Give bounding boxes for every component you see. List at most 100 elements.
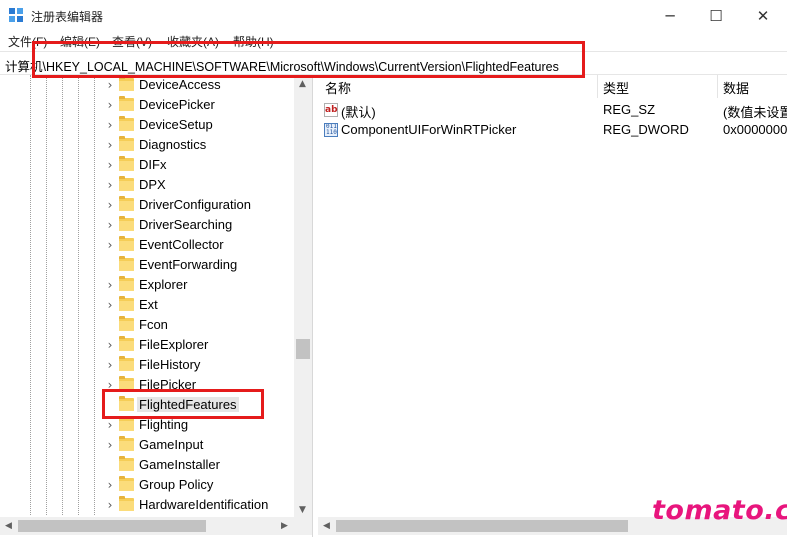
folder-icon (119, 236, 134, 251)
folder-icon (119, 216, 134, 231)
tree-item-label: DriverConfiguration (139, 197, 251, 212)
tree-item[interactable]: › GameInput (0, 435, 294, 455)
tree-item[interactable]: › Group Policy (0, 475, 294, 495)
expand-chevron-icon[interactable]: › (104, 478, 116, 492)
tree-item[interactable]: › DeviceAccess (0, 75, 294, 95)
expand-chevron-icon[interactable]: › (104, 118, 116, 132)
expand-chevron-icon[interactable]: › (104, 138, 116, 152)
expand-chevron-icon[interactable]: › (104, 158, 116, 172)
tree-item[interactable]: › DIFx (0, 155, 294, 175)
tree-horizontal-scrollbar[interactable]: ◀ ▶ (0, 517, 312, 535)
menu-edit[interactable]: 编辑(E) (60, 33, 100, 50)
value-row-default[interactable]: ab (默认) REG_SZ (数值未设置) (318, 100, 787, 120)
tree-item[interactable]: › Flighting (0, 415, 294, 435)
folder-icon (119, 196, 134, 211)
tree-item[interactable]: › FileExplorer (0, 335, 294, 355)
tree-item-label: EventForwarding (139, 257, 238, 272)
folder-icon (119, 356, 134, 371)
scroll-right-arrow[interactable]: ▶ (281, 521, 288, 531)
expand-chevron-icon[interactable]: › (104, 178, 116, 192)
tree-item[interactable]: › HardwareIdentification (0, 495, 294, 515)
maximize-button[interactable]: ☐ (693, 0, 739, 31)
tree-item[interactable]: › Diagnostics (0, 135, 294, 155)
expand-chevron-icon[interactable]: › (104, 78, 116, 92)
menu-favorites[interactable]: 收藏夹(A) (167, 33, 219, 50)
tree-item-label: DIFx (139, 157, 167, 172)
tree-item[interactable]: › Explorer (0, 275, 294, 295)
tree-item[interactable]: › FileHistory (0, 355, 294, 375)
tree-item[interactable]: › FilePicker (0, 375, 294, 395)
scroll-left-arrow[interactable]: ◀ (5, 521, 12, 531)
tree-scroll-thumb[interactable] (296, 339, 310, 359)
title-bar: 注册表编辑器 ─ ☐ ✕ (0, 0, 787, 31)
address-bar[interactable]: 计算机\HKEY_LOCAL_MACHINE\SOFTWARE\Microsof… (0, 51, 787, 75)
scroll-down-arrow[interactable]: ▼ (299, 505, 306, 515)
scroll-up-arrow[interactable]: ▲ (299, 79, 306, 89)
menu-help[interactable]: 帮助(H) (233, 33, 274, 50)
tree-item-label: FileExplorer (139, 337, 209, 352)
expand-chevron-icon[interactable]: › (104, 338, 116, 352)
tree-item[interactable]: FlightedFeatures (0, 395, 294, 415)
folder-icon (119, 256, 134, 271)
folder-icon (119, 96, 134, 111)
column-divider[interactable] (597, 75, 598, 98)
minimize-button[interactable]: ─ (647, 0, 693, 31)
tree-item[interactable]: › Ext (0, 295, 294, 315)
column-header-name[interactable]: 名称 (325, 78, 351, 97)
expand-chevron-icon[interactable]: › (104, 198, 116, 212)
tree-item[interactable]: › DriverConfiguration (0, 195, 294, 215)
expand-chevron-icon[interactable]: › (104, 378, 116, 392)
tree-item-label: FilePicker (139, 377, 197, 392)
folder-icon (119, 416, 134, 431)
close-button[interactable]: ✕ (740, 0, 786, 31)
tree-item-label: Flighting (139, 417, 189, 432)
tree-item[interactable]: › EventCollector (0, 235, 294, 255)
expand-chevron-icon[interactable]: › (104, 498, 116, 512)
tree-item[interactable]: › DeviceSetup (0, 115, 294, 135)
expand-chevron-icon[interactable]: › (104, 438, 116, 452)
folder-icon (119, 376, 134, 391)
folder-icon (119, 316, 134, 331)
scroll-left-arrow[interactable]: ◀ (323, 521, 330, 531)
tree-item[interactable]: › DPX (0, 175, 294, 195)
tree-vertical-scrollbar[interactable]: ▲ ▼ (294, 75, 312, 517)
tree-item[interactable]: › DevicePicker (0, 95, 294, 115)
tree-item[interactable]: GameInstaller (0, 455, 294, 475)
tree-hscroll-thumb[interactable] (18, 520, 206, 532)
value-data: (数值未设置) (723, 105, 787, 120)
folder-icon (119, 336, 134, 351)
tree-item[interactable]: › DriverSearching (0, 215, 294, 235)
tree-item-label: Ext (139, 297, 158, 312)
menu-bar: 文件(F) 编辑(E) 查看(V) 收藏夹(A) 帮助(H) (0, 31, 787, 51)
values-pane: 名称 类型 数据 ab (默认) REG_SZ (数值未设置) 011110 C… (318, 75, 787, 537)
folder-icon (119, 176, 134, 191)
tree-item-label: FileHistory (139, 357, 201, 372)
tree-item-label: DeviceSetup (139, 117, 213, 132)
column-header-type[interactable]: 类型 (603, 78, 629, 97)
expand-chevron-icon[interactable]: › (104, 298, 116, 312)
expand-chevron-icon[interactable]: › (104, 278, 116, 292)
menu-file[interactable]: 文件(F) (8, 33, 47, 50)
tree-item-label: DriverSearching (139, 217, 233, 232)
value-row-component-ui[interactable]: 011 110 ComponentUIForWinRTPicker REG_DWO… (318, 120, 787, 140)
menu-view[interactable]: 查看(V) (112, 33, 152, 50)
expand-chevron-icon[interactable]: › (104, 418, 116, 432)
expand-chevron-icon[interactable]: › (104, 238, 116, 252)
folder-icon (119, 156, 134, 171)
column-header-data[interactable]: 数据 (723, 78, 749, 97)
value-data: 0x00000000 (723, 122, 787, 137)
tree-item[interactable]: Fcon (0, 315, 294, 335)
key-tree-pane: › DeviceAccess › DevicePicker › DeviceSetup › D… (0, 75, 313, 537)
column-divider[interactable] (717, 75, 718, 98)
expand-chevron-icon[interactable]: › (104, 358, 116, 372)
expand-chevron-icon[interactable]: › (104, 218, 116, 232)
folder-icon (119, 76, 134, 91)
values-hscroll-thumb[interactable] (336, 520, 628, 532)
regedit-app-icon (9, 8, 24, 23)
tree-item[interactable]: EventForwarding (0, 255, 294, 275)
address-path[interactable]: 计算机\HKEY_LOCAL_MACHINE\SOFTWARE\Microsof… (5, 56, 559, 75)
string-value-icon: ab (324, 103, 338, 117)
folder-icon (119, 476, 134, 491)
folder-icon (119, 456, 134, 471)
expand-chevron-icon[interactable]: › (104, 98, 116, 112)
